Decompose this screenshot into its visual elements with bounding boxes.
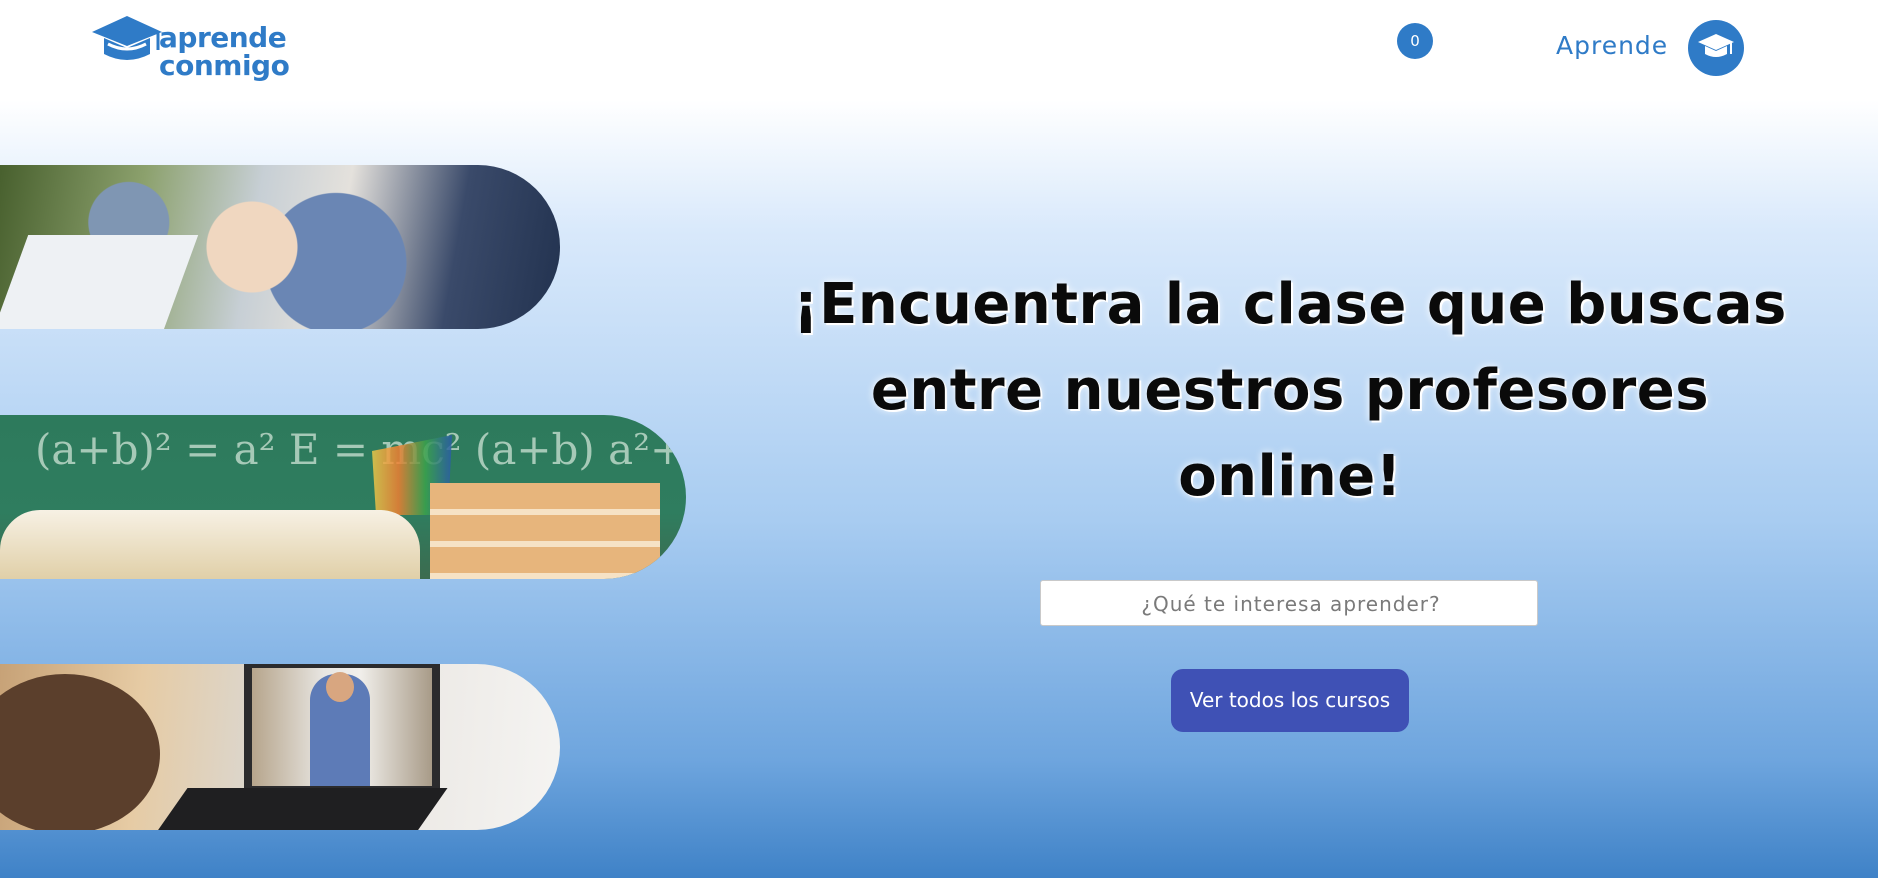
avatar[interactable] [1688, 20, 1744, 76]
search-input[interactable] [1041, 581, 1541, 627]
students-with-phones-photo [0, 165, 560, 329]
graduation-cap-icon [1698, 34, 1734, 57]
books-and-chalkboard-photo: (a+b)² = a² E = mc² (a+b) a²+b² [0, 415, 686, 579]
nav-aprende-link[interactable]: Aprende [1556, 31, 1668, 60]
view-all-courses-button[interactable]: Ver todos los cursos [1171, 669, 1409, 732]
logo[interactable]: aprende conmigo [92, 14, 290, 84]
landing-page: aprende conmigo 0 Aprende (a+b)² = a² E … [0, 0, 1878, 878]
logo-line2: conmigo [159, 49, 290, 82]
cart-count-badge[interactable]: 0 [1397, 23, 1433, 59]
online-class-laptop-photo [0, 664, 560, 830]
course-search-field[interactable] [1040, 580, 1541, 627]
logo-line1: aprende [159, 21, 287, 54]
hero-title: ¡Encuentra la clase que buscas entre nue… [793, 272, 1787, 509]
graduation-cap-icon [92, 16, 162, 60]
